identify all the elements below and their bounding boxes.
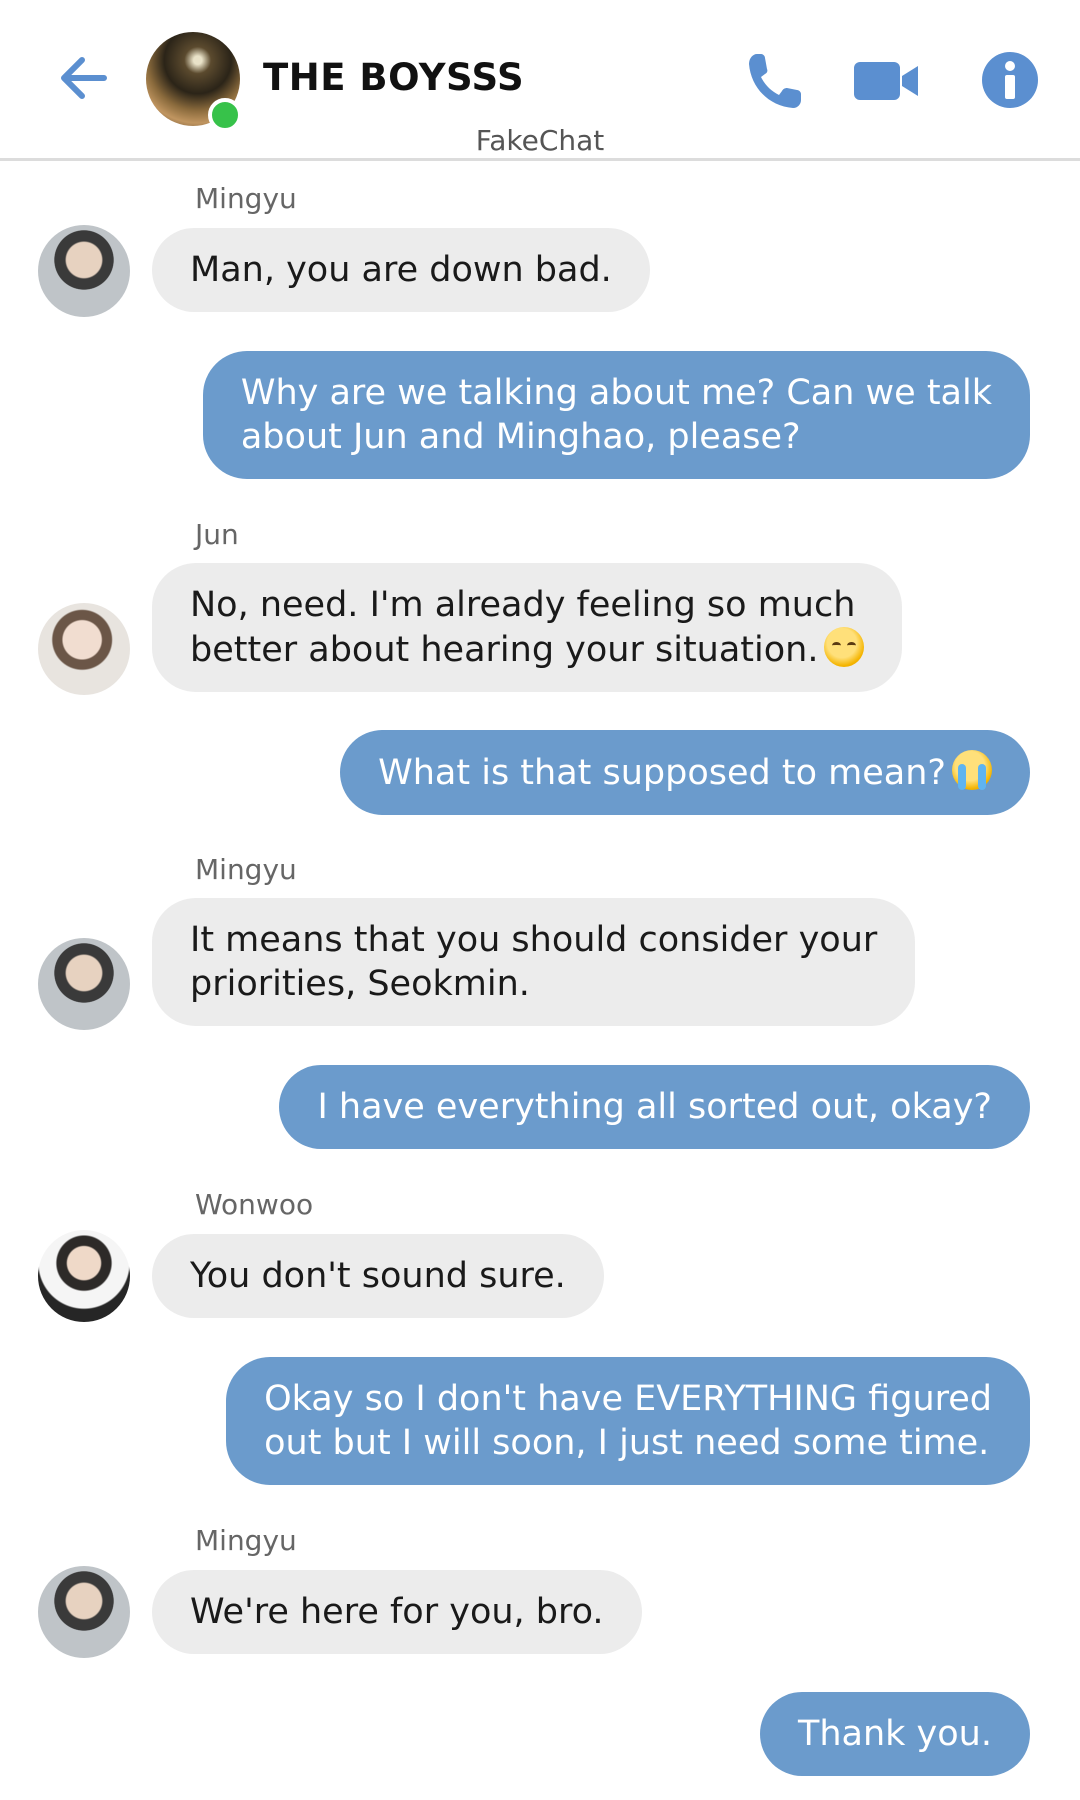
avatar-mingyu[interactable] (38, 1566, 130, 1658)
app-subtitle: FakeChat (0, 124, 1080, 157)
message-text: No, need. I'm already feeling so much be… (190, 585, 856, 670)
avatar-mingyu[interactable] (38, 938, 130, 1030)
video-camera-icon[interactable] (852, 48, 922, 112)
incoming-message-bubble[interactable]: Man, you are down bad. (152, 228, 650, 312)
sender-name: Wonwoo (195, 1188, 314, 1221)
incoming-message-bubble[interactable]: No, need. I'm already feeling so much be… (152, 563, 903, 692)
phone-icon[interactable] (743, 48, 807, 112)
sender-name: Mingyu (195, 853, 297, 886)
sender-name: Jun (195, 518, 239, 551)
chat-header: THE BOYSSS FakeChat (0, 0, 1080, 161)
crying-face-emoji (952, 750, 992, 790)
incoming-message-bubble[interactable]: You don't sound sure. (152, 1234, 604, 1318)
chat-title[interactable]: THE BOYSSS (263, 56, 524, 99)
message-text: What is that supposed to mean? (378, 753, 946, 793)
avatar-jun[interactable] (38, 603, 130, 695)
avatar-wonwoo[interactable] (38, 1230, 130, 1322)
incoming-message-bubble[interactable]: It means that you should consider your p… (152, 898, 916, 1026)
outgoing-message-bubble[interactable]: Okay so I don't have EVERYTHING figured … (226, 1357, 1030, 1485)
sender-name: Mingyu (195, 182, 297, 215)
avatar-mingyu[interactable] (38, 225, 130, 317)
outgoing-message-bubble[interactable]: Why are we talking about me? Can we talk… (202, 351, 1030, 479)
smiling-face-emoji (824, 627, 865, 667)
outgoing-message-bubble[interactable]: Thank you. (759, 1692, 1030, 1776)
info-icon[interactable] (978, 48, 1042, 112)
outgoing-message-bubble[interactable]: What is that supposed to mean? (340, 730, 1030, 815)
sender-name: Mingyu (195, 1524, 297, 1557)
incoming-message-bubble[interactable]: We're here for you, bro. (152, 1570, 642, 1654)
outgoing-message-bubble[interactable]: I have everything all sorted out, okay? (279, 1065, 1030, 1149)
subtitle-text: FakeChat (475, 124, 605, 157)
back-arrow-icon[interactable] (52, 46, 116, 110)
